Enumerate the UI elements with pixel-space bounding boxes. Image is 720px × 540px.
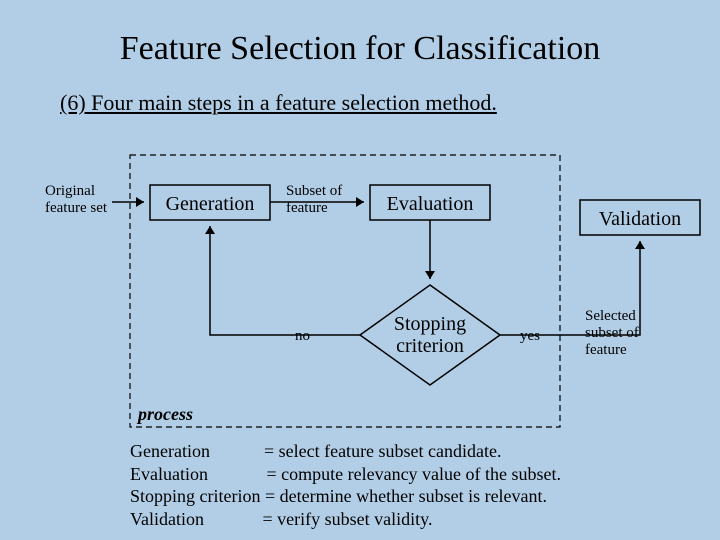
original-label-1: Original (45, 183, 95, 199)
selected-label-1: Selected (585, 308, 636, 324)
evaluation-label: Evaluation (387, 193, 474, 215)
definitions-block: Generation = select feature subset candi… (130, 440, 561, 530)
no-label: no (295, 328, 310, 344)
subset-label-1: Subset of (286, 183, 342, 199)
yes-label: yes (520, 328, 540, 344)
stopping-label-2: criterion (396, 335, 464, 357)
arrowhead-2 (356, 197, 364, 207)
stopping-label-1: Stopping (394, 313, 466, 335)
slide: Feature Selection for Classification (6)… (0, 0, 720, 540)
arrowhead-3 (425, 271, 435, 279)
original-label-2: feature set (45, 200, 108, 216)
selected-label-2: subset of (585, 325, 639, 341)
arrowhead-4 (205, 226, 215, 234)
def-validation: Validation = verify subset validity. (130, 508, 561, 531)
arrowhead-1 (136, 197, 144, 207)
def-generation: Generation = select feature subset candi… (130, 440, 561, 463)
arrowhead-5 (635, 241, 645, 249)
selected-label-3: feature (585, 342, 627, 358)
validation-label: Validation (599, 208, 681, 230)
def-stopping: Stopping criterion = determine whether s… (130, 485, 561, 508)
process-label: process (136, 404, 193, 424)
arrow-no-feedback (210, 226, 360, 335)
def-evaluation: Evaluation = compute relevancy value of … (130, 463, 561, 486)
generation-label: Generation (166, 193, 255, 215)
